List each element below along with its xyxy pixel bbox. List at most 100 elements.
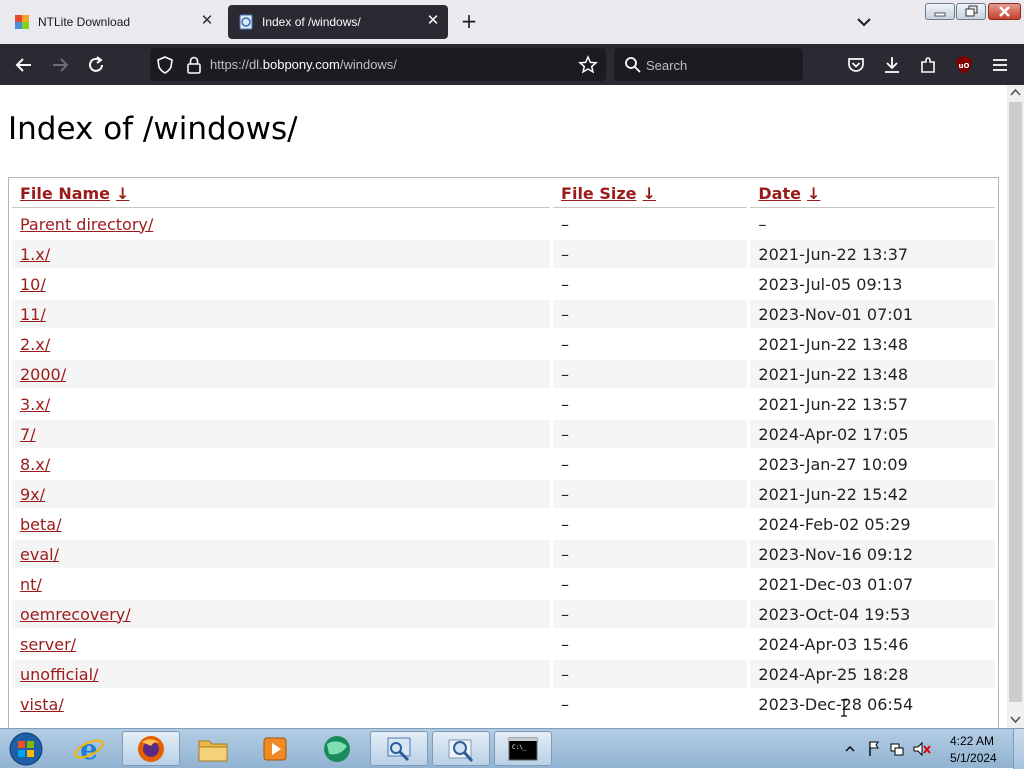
address-bar[interactable]: https://dl.bobpony.com/windows/ xyxy=(150,48,606,81)
lock-icon[interactable] xyxy=(185,55,203,75)
file-link[interactable]: 9x/ xyxy=(20,485,45,504)
file-link[interactable]: 3.x/ xyxy=(20,395,50,414)
back-arrow-icon[interactable] xyxy=(13,54,35,76)
action-center-flag-icon[interactable] xyxy=(869,741,879,756)
table-row: beta/ – 2024-Feb-02 05:29 xyxy=(12,510,995,538)
table-row: 10/ – 2023-Jul-05 09:13 xyxy=(12,270,995,298)
taskbar-search-tool[interactable] xyxy=(432,731,490,766)
svg-text:C:\_: C:\_ xyxy=(512,744,527,751)
sort-by-size-link[interactable]: File Size ↓ xyxy=(561,184,656,203)
file-link[interactable]: 11/ xyxy=(20,305,46,324)
cell-date: 2023-Nov-16 09:12 xyxy=(750,540,995,568)
cell-date: 2021-Jun-22 13:48 xyxy=(758,334,909,354)
reload-icon[interactable] xyxy=(85,54,107,76)
taskbar-globe-app[interactable] xyxy=(308,731,366,766)
search-bar[interactable]: Search xyxy=(614,48,803,81)
cell-file-size: – xyxy=(561,394,570,414)
extensions-puzzle-icon[interactable] xyxy=(917,54,939,76)
close-tab-icon[interactable]: ✕ xyxy=(200,13,214,28)
sort-arrow-icon: ↓ xyxy=(806,184,821,203)
file-link[interactable]: unofficial/ xyxy=(20,665,98,684)
close-window-button[interactable] xyxy=(988,3,1021,20)
sort-by-name-link[interactable]: File Name ↓ xyxy=(20,184,129,203)
url-host: bobpony.com xyxy=(262,57,340,72)
cell-file-name: nt/ xyxy=(12,570,550,598)
forward-arrow-icon[interactable] xyxy=(49,54,71,76)
tab-index-windows[interactable]: Index of /windows/ ✕ xyxy=(228,5,448,39)
file-link[interactable]: Parent directory/ xyxy=(20,215,153,234)
cell-date: 2021-Jun-22 13:37 xyxy=(750,240,995,268)
file-link[interactable]: eval/ xyxy=(20,545,59,564)
ublock-origin-icon[interactable]: uO xyxy=(953,54,975,76)
cell-file-size: – xyxy=(561,454,570,474)
close-tab-icon[interactable]: ✕ xyxy=(426,13,440,28)
cell-date: 2023-Oct-04 19:53 xyxy=(750,600,995,628)
taskbar-command-prompt[interactable]: C:\_ xyxy=(494,731,552,766)
cell-file-name: 11/ xyxy=(12,300,551,328)
show-desktop-button[interactable] xyxy=(1013,729,1024,769)
sort-by-date-link[interactable]: Date ↓ xyxy=(758,184,820,203)
tab-ntlite-download[interactable]: NTLite Download ✕ xyxy=(4,5,222,39)
table-row: 9x/ –2021-Jun-22 15:42 xyxy=(12,480,995,508)
file-link[interactable]: 8.x/ xyxy=(20,455,50,474)
cell-file-size: – xyxy=(561,694,570,714)
column-header-date: Date ↓ xyxy=(750,180,995,208)
column-header-file-name: File Name ↓ xyxy=(12,180,551,208)
file-link[interactable]: 10/ xyxy=(20,275,46,294)
table-row: 7/ –2024-Apr-02 17:05 xyxy=(12,420,995,448)
table-row: nt/ – 2021-Dec-03 01:07 xyxy=(12,570,995,598)
file-link[interactable]: 2000/ xyxy=(20,365,66,384)
tracking-shield-icon[interactable] xyxy=(155,55,175,75)
table-row: 1.x/ –2021-Jun-22 13:37 xyxy=(12,240,995,268)
network-tool-icon xyxy=(387,737,411,761)
tab-title: Index of /windows/ xyxy=(262,15,361,29)
taskbar-media-player[interactable] xyxy=(246,731,304,766)
restore-button[interactable] xyxy=(956,3,986,20)
scrollbar-thumb[interactable] xyxy=(1009,102,1022,702)
clock-time[interactable]: 4:22 AM xyxy=(950,734,994,748)
cell-file-name: eval/ xyxy=(12,540,551,568)
vertical-scrollbar[interactable] xyxy=(1007,85,1024,728)
file-link[interactable]: 7/ xyxy=(20,425,36,444)
clock-date[interactable]: 5/1/2024 xyxy=(950,751,997,765)
file-link[interactable]: 2.x/ xyxy=(20,335,50,354)
cell-date: 2023-Dec-28 06:54 xyxy=(758,694,914,714)
cell-date: 2021-Dec-03 01:07 xyxy=(758,574,914,594)
file-link[interactable]: 1.x/ xyxy=(20,245,50,264)
folder-icon xyxy=(198,740,228,761)
url-prefix: https://dl. xyxy=(210,57,263,72)
cell-date: 2024-Apr-03 15:46 xyxy=(758,634,909,654)
search-placeholder: Search xyxy=(646,58,688,73)
taskbar-internet-explorer[interactable]: e xyxy=(60,731,118,766)
list-all-tabs-icon[interactable] xyxy=(854,12,874,32)
cell-file-size: – xyxy=(561,274,570,294)
cell-file-name: 2000/ xyxy=(12,360,551,388)
cell-file-name: server/ xyxy=(12,630,550,658)
ntlite-favicon-icon xyxy=(15,15,29,29)
new-tab-button[interactable]: + xyxy=(458,11,480,33)
volume-muted-icon[interactable] xyxy=(913,741,931,757)
hamburger-menu-icon[interactable] xyxy=(989,54,1011,76)
scroll-up-arrow-icon[interactable] xyxy=(1007,85,1024,101)
cell-file-name: vista/ xyxy=(12,690,550,718)
pocket-icon[interactable] xyxy=(845,54,867,76)
file-link[interactable]: vista/ xyxy=(20,695,64,714)
network-icon[interactable] xyxy=(890,743,904,756)
taskbar-file-explorer[interactable] xyxy=(184,731,242,766)
file-link[interactable]: oemrecovery/ xyxy=(20,605,131,624)
start-orb-icon[interactable] xyxy=(6,731,46,767)
cell-file-size: – xyxy=(561,334,570,354)
taskbar-network-tool[interactable] xyxy=(370,731,428,766)
download-icon[interactable] xyxy=(881,54,903,76)
file-link[interactable]: beta/ xyxy=(20,515,61,534)
show-hidden-icons-icon[interactable] xyxy=(845,746,855,752)
bookmark-star-icon[interactable] xyxy=(578,55,598,75)
taskbar-firefox[interactable] xyxy=(122,731,180,766)
minimize-button[interactable] xyxy=(925,3,955,20)
tray-icons xyxy=(845,741,931,757)
scroll-down-arrow-icon[interactable] xyxy=(1007,711,1024,727)
cell-date: 2021-Jun-22 15:42 xyxy=(750,480,995,508)
file-link[interactable]: nt/ xyxy=(20,575,42,594)
url-text[interactable]: https://dl.bobpony.com/windows/ xyxy=(210,57,397,72)
file-link[interactable]: server/ xyxy=(20,635,76,654)
